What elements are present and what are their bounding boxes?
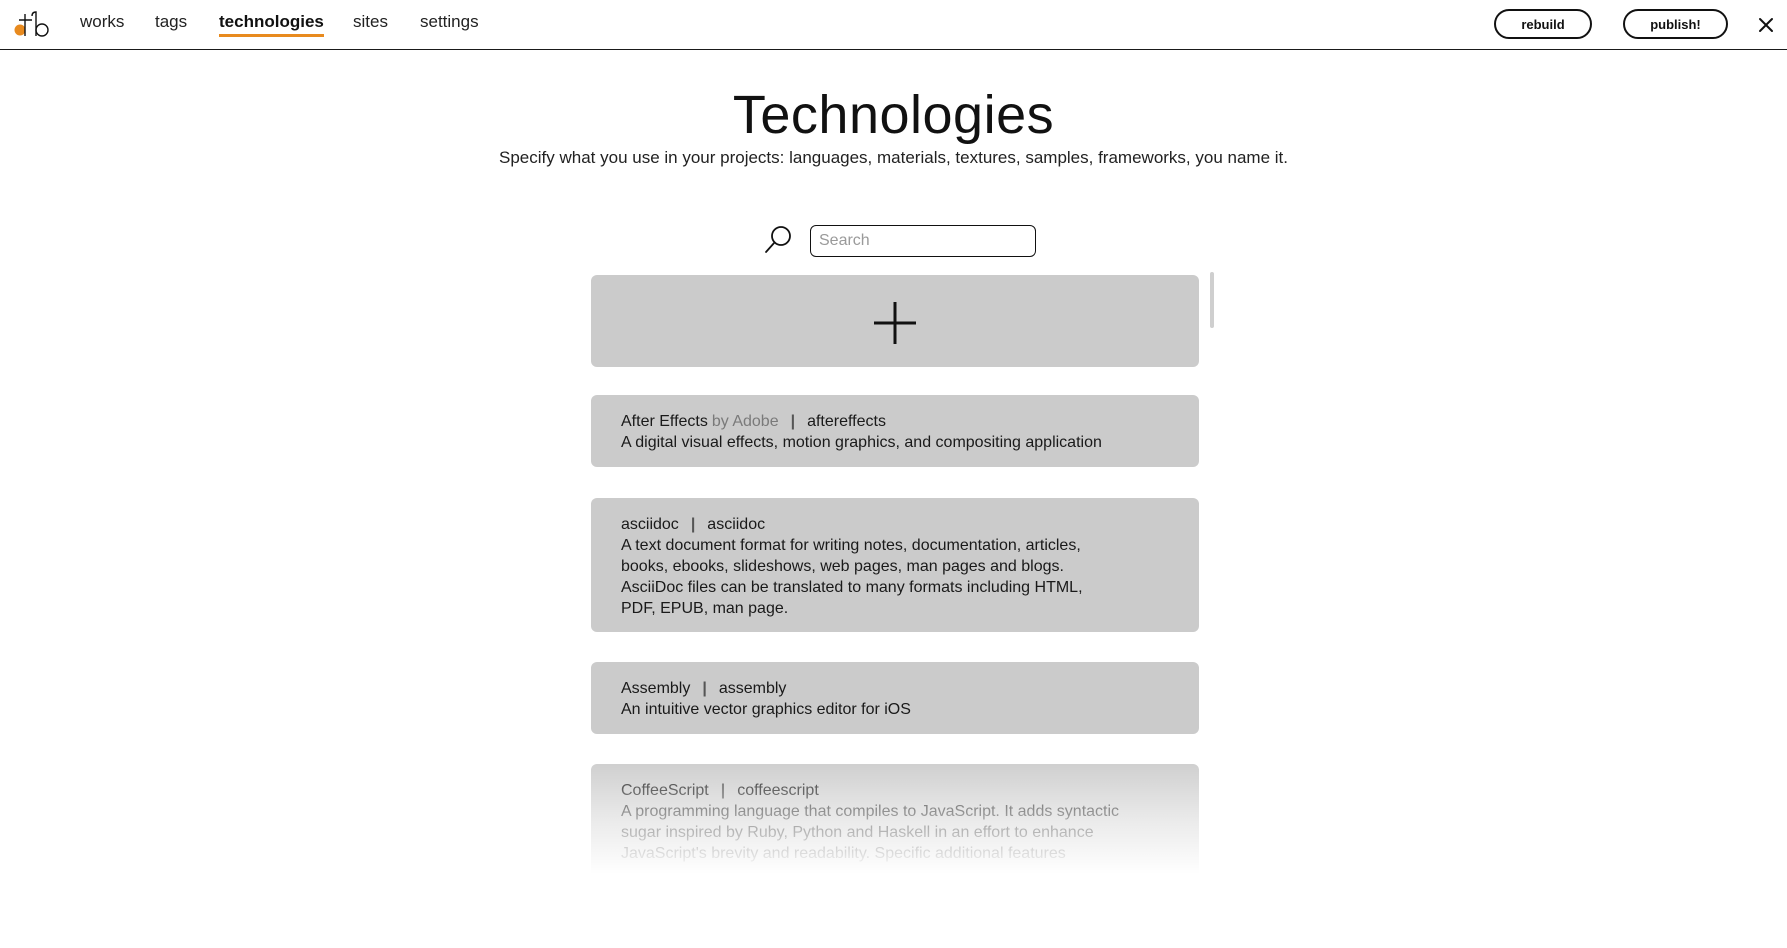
- technology-list: After Effects by Adobe | aftereffects A dig…: [590, 274, 1200, 874]
- technology-description: A text document format for writing notes…: [621, 537, 1083, 617]
- scrollbar-thumb[interactable]: [1210, 272, 1214, 328]
- technology-name: Assembly: [621, 680, 691, 697]
- technology-card-assembly[interactable]: Assembly | assembly An intuitive vector gr…: [591, 662, 1199, 734]
- top-nav: works tags technologies sites settings r…: [0, 0, 1787, 50]
- technology-name: After Effects: [621, 413, 708, 430]
- nav-technologies[interactable]: technologies: [219, 12, 324, 37]
- separator: |: [720, 782, 726, 799]
- nav-tags[interactable]: tags: [155, 12, 187, 32]
- technology-slug: aftereffects: [807, 413, 886, 430]
- separator: |: [690, 516, 696, 533]
- technology-slug: assembly: [718, 680, 787, 697]
- technology-description: A programming language that compiles to …: [621, 803, 1120, 862]
- search-icon: [765, 226, 791, 253]
- technology-name: CoffeeScript: [621, 782, 709, 799]
- technology-card-coffeescript[interactable]: CoffeeScript | coffeescript A programming …: [591, 764, 1199, 874]
- technology-description: An intuitive vector graphics editor for …: [621, 701, 911, 718]
- separator: |: [702, 680, 707, 697]
- rebuild-button[interactable]: rebuild: [1494, 9, 1592, 39]
- nav-works[interactable]: works: [80, 12, 124, 32]
- technology-name: asciidoc: [621, 516, 679, 533]
- page-subtitle: Specify what you use in your projects: l…: [499, 148, 1288, 167]
- technology-card-asciidoc[interactable]: asciidoc | asciidoc A text document format…: [591, 498, 1199, 632]
- page-title: Technologies: [732, 85, 1055, 145]
- technology-slug: coffeescript: [737, 782, 819, 799]
- technology-card-aftereffects[interactable]: After Effects by Adobe | aftereffects A dig…: [591, 395, 1199, 467]
- technology-header: asciidoc | asciidoc: [621, 514, 1169, 535]
- add-technology-button[interactable]: [591, 275, 1199, 367]
- technology-header: After Effects by Adobe | aftereffects: [621, 411, 1169, 432]
- plus-icon: [874, 302, 916, 344]
- technology-description: A digital visual effects, motion graphic…: [621, 434, 1102, 451]
- technology-header: CoffeeScript | coffeescript: [621, 780, 1169, 801]
- search-input[interactable]: [810, 225, 1036, 257]
- technology-header: Assembly | assembly: [621, 678, 1169, 699]
- technology-slug: asciidoc: [707, 516, 766, 533]
- publish-button[interactable]: publish!: [1623, 9, 1728, 39]
- technology-author: by Adobe: [711, 413, 779, 430]
- separator: |: [790, 413, 796, 430]
- logo-icon[interactable]: [14, 10, 50, 38]
- nav-settings[interactable]: settings: [420, 12, 479, 32]
- close-icon[interactable]: [1755, 14, 1777, 36]
- nav-sites[interactable]: sites: [353, 12, 388, 32]
